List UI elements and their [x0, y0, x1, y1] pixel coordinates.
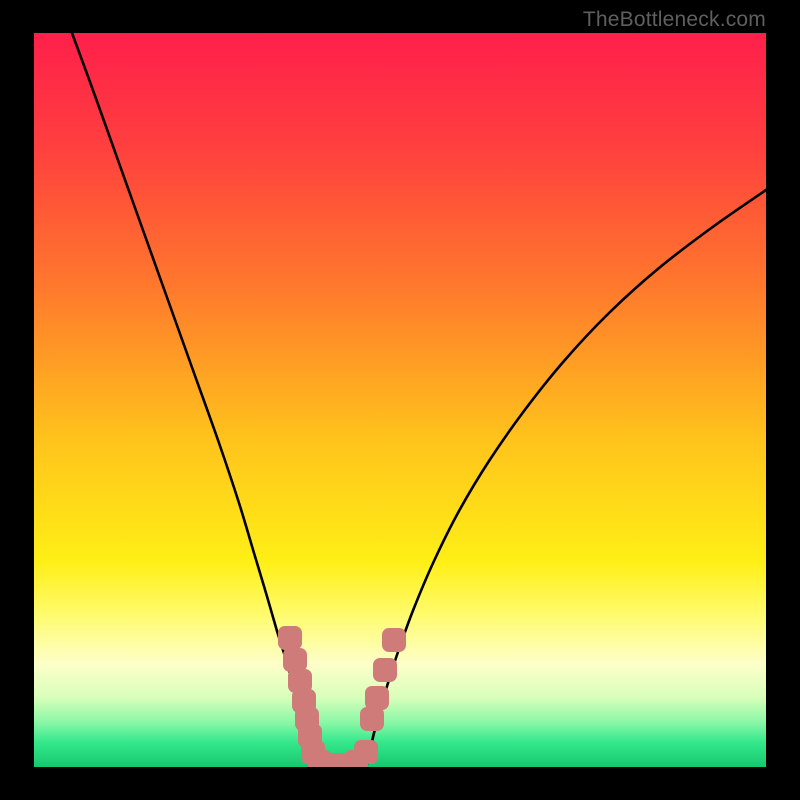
- plot-area: [34, 33, 766, 767]
- run-marker: [360, 707, 384, 731]
- run-markers: [34, 33, 766, 767]
- run-marker: [365, 686, 389, 710]
- chart-frame: TheBottleneck.com: [0, 0, 800, 800]
- run-marker: [354, 740, 378, 764]
- watermark-text: TheBottleneck.com: [583, 8, 766, 32]
- run-marker: [373, 658, 397, 682]
- run-marker: [382, 628, 406, 652]
- run-marker: [278, 626, 302, 650]
